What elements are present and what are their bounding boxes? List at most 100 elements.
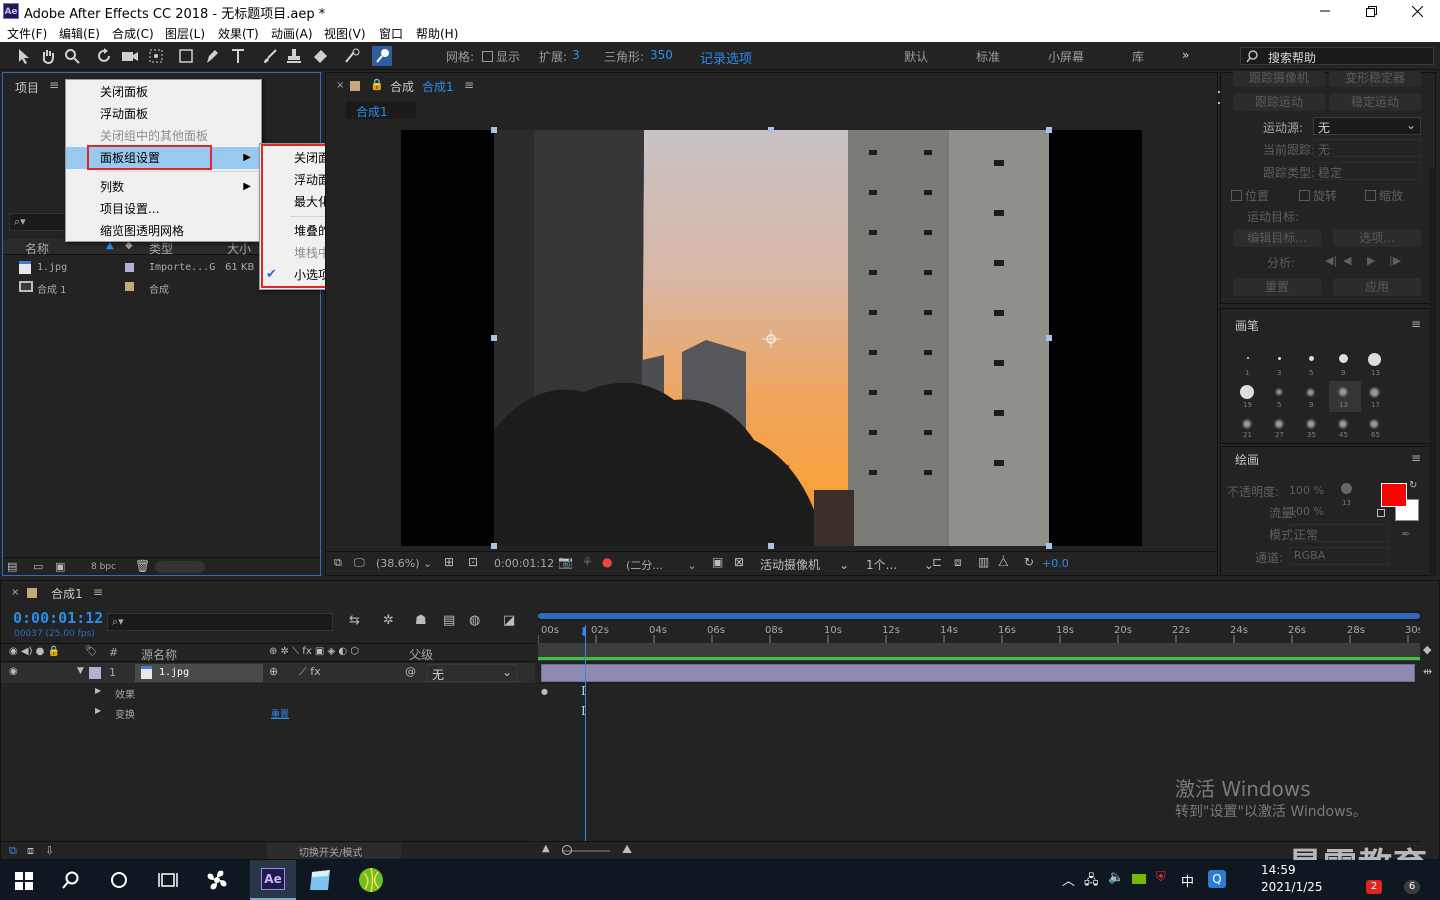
- clock-date[interactable]: 2021/1/25: [1261, 880, 1323, 894]
- clone-stamp-tool-icon[interactable]: [284, 46, 304, 66]
- security-shield-icon[interactable]: ⛨: [1156, 870, 1166, 885]
- layer-switches-icon[interactable]: ⧉: [9, 844, 17, 858]
- show-hidden-icons[interactable]: ︿: [1062, 870, 1075, 889]
- menu-composition[interactable]: 合成(C): [112, 25, 154, 42]
- zoom-tool-icon[interactable]: [62, 46, 82, 66]
- brush-dot[interactable]: [1307, 389, 1314, 396]
- reset-exposure-icon[interactable]: ↻: [1024, 555, 1034, 569]
- brush-dot[interactable]: [1370, 388, 1379, 397]
- menu-layer[interactable]: 图层(L): [165, 25, 205, 42]
- panel-menu-icon[interactable]: ≡: [1411, 317, 1421, 331]
- default-colors-icon[interactable]: [1377, 509, 1385, 517]
- work-area-range[interactable]: [538, 613, 1420, 619]
- minimize-button[interactable]: [1302, 0, 1348, 22]
- brush-dot[interactable]: [1339, 420, 1347, 428]
- rotate-tool-icon[interactable]: [94, 46, 114, 66]
- notepad-app-icon[interactable]: [308, 868, 334, 892]
- workspace-overflow-icon[interactable]: »: [1182, 48, 1189, 62]
- playhead-icon[interactable]: ⬇: [579, 625, 589, 639]
- browser-app-icon[interactable]: [358, 867, 384, 893]
- fast-preview-icon[interactable]: ⧈: [954, 555, 962, 570]
- triangle-value[interactable]: 350: [650, 48, 673, 62]
- current-time-display[interactable]: 0:00:01:12: [494, 557, 554, 570]
- puppet-pin-tool-icon[interactable]: [372, 46, 392, 66]
- brush-dot[interactable]: [1247, 357, 1249, 359]
- brush-dot[interactable]: [1243, 420, 1251, 428]
- comp-duration-bar[interactable]: [538, 643, 1420, 661]
- effects-group-row[interactable]: ▶ 效果: [1, 683, 535, 703]
- timeline-icon[interactable]: ▥: [978, 555, 989, 569]
- brush-dot[interactable]: [1275, 420, 1283, 428]
- restore-button[interactable]: [1348, 0, 1394, 22]
- work-area-bar[interactable]: [538, 611, 1420, 621]
- pan-behind-tool-icon[interactable]: [146, 46, 166, 66]
- action-center-badge[interactable]: 6: [1404, 880, 1420, 894]
- brush-dot[interactable]: [1307, 420, 1315, 428]
- draft-3d-icon[interactable]: ✲: [383, 613, 394, 628]
- always-preview-icon[interactable]: ⧉: [334, 556, 342, 570]
- text-tool-icon[interactable]: [228, 46, 248, 66]
- foreground-color-swatch[interactable]: [1381, 483, 1407, 507]
- comp-viewer-name[interactable]: 合成1: [422, 78, 454, 95]
- brush-dot[interactable]: [1339, 388, 1347, 396]
- interpret-footage-icon[interactable]: ▤: [7, 560, 17, 573]
- right-panel-scrollbar[interactable]: [1430, 168, 1436, 576]
- brush-dot[interactable]: [1240, 385, 1254, 399]
- menu-close-panel[interactable]: 关闭面板: [66, 81, 261, 103]
- taskbar-after-effects[interactable]: Ae: [250, 860, 296, 900]
- zoom-out-icon[interactable]: ▲: [542, 843, 550, 854]
- parent-select[interactable]: 无 ⌄: [427, 664, 517, 682]
- motion-source-select[interactable]: 无 ⌄: [1313, 117, 1421, 135]
- roto-brush-tool-icon[interactable]: [342, 46, 362, 66]
- swap-colors-icon[interactable]: ↻: [1409, 480, 1417, 491]
- flowchart-icon[interactable]: ⧊: [998, 555, 1009, 570]
- new-folder-icon[interactable]: ▭: [33, 560, 43, 573]
- hide-shy-layers-icon[interactable]: ☗: [415, 613, 427, 628]
- close-tab-icon[interactable]: ×: [336, 80, 344, 91]
- toggle-pixel-aspect-icon[interactable]: ⊏: [932, 555, 942, 569]
- camera-dropdown[interactable]: 活动摄像机 ⌄: [760, 556, 849, 573]
- label-color-swatch[interactable]: [125, 263, 134, 272]
- rectangle-tool-icon[interactable]: [176, 46, 196, 66]
- eraser-tool-icon[interactable]: [310, 46, 330, 66]
- transfer-controls-icon[interactable]: ⧈: [27, 844, 34, 858]
- panel-menu-icon[interactable]: ≡: [1411, 451, 1421, 465]
- task-view-icon[interactable]: [158, 871, 178, 889]
- windows-start-icon[interactable]: [15, 872, 33, 890]
- comp-canvas[interactable]: [401, 127, 1142, 549]
- workspace-default[interactable]: 默认: [904, 48, 928, 65]
- brush-dot[interactable]: [1309, 356, 1314, 361]
- visibility-column-icon[interactable]: ◉ ◀) ● 🔒: [9, 646, 60, 657]
- label-color-swatch[interactable]: [125, 282, 134, 291]
- expand-twirl-icon[interactable]: ▼: [77, 666, 84, 676]
- zoom-in-icon[interactable]: ⛰: [622, 842, 632, 857]
- close-button[interactable]: [1394, 0, 1440, 22]
- resolution-dropdown[interactable]: (二分... ⌄: [626, 557, 696, 573]
- layer-button-icon[interactable]: ⇹: [1423, 665, 1432, 678]
- graph-editor-icon[interactable]: ◪: [503, 613, 515, 628]
- toggle-switches-modes-button[interactable]: 切换开关/模式: [267, 843, 401, 859]
- menu-window[interactable]: 窗口: [379, 25, 403, 42]
- expand-value[interactable]: 3: [572, 48, 580, 62]
- ime-indicator[interactable]: 中: [1181, 871, 1194, 890]
- network-icon[interactable]: 🖧: [1084, 871, 1099, 893]
- menu-edit[interactable]: 编辑(E): [59, 25, 100, 42]
- show-checkbox-box[interactable]: [482, 51, 493, 62]
- quality-switch-icon[interactable]: ⟋ fx: [299, 665, 321, 679]
- close-tab-icon[interactable]: ×: [11, 587, 19, 598]
- show-snapshot-icon[interactable]: ⚘: [582, 555, 593, 569]
- menu-help[interactable]: 帮助(H): [416, 25, 458, 42]
- brush-tool-icon[interactable]: [260, 46, 280, 66]
- frame-blending-icon[interactable]: ▤: [443, 613, 455, 628]
- layer-handle[interactable]: [768, 127, 774, 133]
- timeline-search-input[interactable]: ⌕▾: [107, 613, 333, 631]
- workspace-libraries[interactable]: 库: [1132, 48, 1144, 65]
- brush-dot[interactable]: [1368, 353, 1381, 366]
- hand-tool-icon[interactable]: [38, 46, 58, 66]
- record-options-link[interactable]: 记录选项: [700, 48, 752, 67]
- notification-badge[interactable]: 2: [1366, 880, 1382, 894]
- comp-mini-flowchart-icon[interactable]: ⇆: [349, 613, 360, 628]
- brush-dot[interactable]: [1278, 357, 1281, 360]
- snapshot-camera-icon[interactable]: 📷: [558, 555, 573, 569]
- clock-time[interactable]: 14:59: [1261, 863, 1296, 877]
